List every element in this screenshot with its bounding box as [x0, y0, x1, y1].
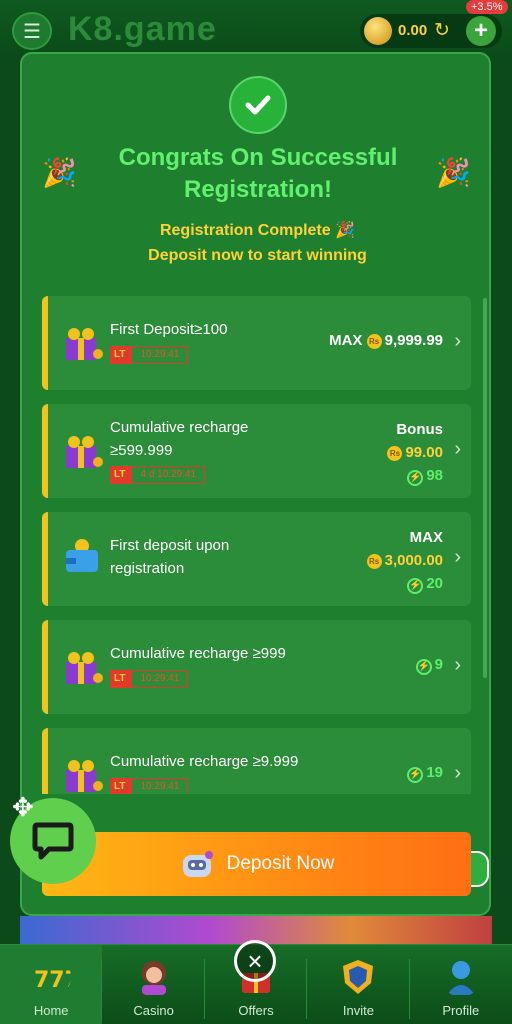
chevron-right-icon[interactable]: ›	[454, 762, 461, 785]
nav-label-casino: Casino	[133, 1003, 174, 1018]
chevron-right-icon[interactable]: ›	[454, 654, 461, 677]
party-popper-icon: 🎉	[42, 157, 77, 188]
lt-label: LT	[110, 346, 132, 364]
limited-time-tag: LT 10:29:41	[110, 670, 189, 688]
rupee-coin-icon: Rs	[366, 334, 382, 349]
offer-reward: MAX Rs 3,000.00 ⚡ 20	[366, 526, 443, 595]
bonus-percent-badge: +3.5%	[466, 0, 508, 14]
menu-icon[interactable]: ☰	[12, 12, 52, 50]
nav-item-home[interactable]: 777 Home	[0, 945, 103, 1024]
limited-time-tag: LT 10:29:41	[110, 778, 189, 794]
bolt-value: 19	[426, 764, 443, 781]
offer-title: Cumulative recharge ≥999	[110, 645, 286, 662]
invite-shield-icon	[343, 960, 374, 994]
refresh-icon[interactable]: ↻	[434, 19, 450, 42]
deposit-now-button[interactable]: Deposit Now	[42, 832, 471, 896]
nav-item-invite[interactable]: Invite	[307, 945, 410, 1024]
chevron-right-icon[interactable]: ›	[454, 330, 461, 353]
gift-box-icon	[66, 652, 103, 684]
nav-label-profile: Profile	[442, 1003, 480, 1018]
coin-icon	[364, 17, 392, 45]
offer-card-cumulative-599[interactable]: Cumulative recharge ≥599.999 LT 4 d 10:2…	[42, 404, 471, 498]
nav-label-offers: Offers	[238, 1003, 274, 1018]
offer-card-cumulative-9999[interactable]: Cumulative recharge ≥9.999 LT 10:29:41 ⚡…	[42, 728, 471, 794]
move-handle-icon[interactable]: ✥	[12, 792, 34, 823]
gift-box-icon	[66, 436, 103, 468]
chevron-right-icon[interactable]: ›	[454, 438, 461, 461]
reward-amount: 9,999.99	[384, 332, 443, 349]
balance-amount: 0.00	[398, 22, 428, 39]
wallet-balance[interactable]: 0.00 ↻ +	[360, 14, 502, 48]
gift-box-icon	[66, 760, 103, 792]
max-label: MAX	[409, 529, 443, 546]
bolt-icon: ⚡	[407, 578, 424, 594]
profile-icon	[446, 961, 475, 995]
checkmark-icon	[229, 76, 287, 134]
casino-girl-icon	[141, 961, 166, 995]
lt-label: LT	[110, 466, 132, 484]
offer-title: Cumulative recharge ≥599.999	[110, 419, 249, 459]
deposit-prompt-text: Deposit now to start winning	[148, 247, 367, 264]
nav-label-invite: Invite	[342, 1003, 374, 1018]
chat-bubble-icon	[32, 822, 74, 860]
nav-label-home: Home	[33, 1003, 69, 1018]
rupee-coin-icon: Rs	[387, 446, 403, 461]
offer-title: Cumulative recharge ≥9.999	[110, 753, 299, 770]
app-logo: K8.game	[68, 10, 217, 48]
countdown-timer: 10:29:41	[131, 670, 189, 688]
chevron-right-icon[interactable]: ›	[454, 546, 461, 569]
offer-reward: ⚡ 19	[407, 764, 443, 783]
rupee-coin-icon: Rs	[366, 554, 382, 569]
offer-reward: Bonus Rs 99.00 ⚡ 98	[387, 418, 443, 487]
offer-title: First deposit upon registration	[110, 537, 230, 577]
offer-card-first-deposit[interactable]: First Deposit≥100 LT 10:29:41 MAX Rs 9,99…	[42, 296, 471, 390]
bolt-icon: ⚡	[407, 470, 424, 486]
bolt-icon: ⚡	[415, 659, 432, 675]
bolt-value: 20	[426, 575, 443, 592]
robot-mascot-icon	[182, 851, 213, 877]
lt-label: LT	[110, 670, 132, 688]
offer-reward: MAX Rs 9,999.99	[329, 332, 443, 349]
limited-time-tag: LT 10:29:41	[110, 346, 189, 364]
deposit-now-label: Deposit Now	[226, 853, 335, 874]
offer-reward: ⚡ 9	[415, 656, 443, 675]
bolt-value: 9	[434, 656, 443, 673]
countdown-timer: 10:29:41	[131, 346, 189, 364]
countdown-timer: 4 d 10:29:41	[131, 466, 206, 484]
limited-time-tag: LT 4 d 10:29:41	[110, 466, 206, 484]
registration-success-modal: 🎉 🎉 Congrats On Successful Registration!…	[20, 52, 491, 916]
offer-card-cumulative-999[interactable]: Cumulative recharge ≥999 LT 10:29:41 ⚡ 9 …	[42, 620, 471, 714]
svg-text:777: 777	[34, 968, 71, 993]
top-bar: ☰ K8.game 0.00 ↻ + +3.5%	[0, 0, 512, 60]
bonus-label: Bonus	[396, 421, 443, 438]
offer-title: First Deposit≥100	[110, 321, 228, 338]
party-popper-icon: 🎉	[436, 157, 471, 188]
gift-box-icon	[66, 328, 103, 360]
bolt-value: 98	[426, 467, 443, 484]
modal-title: Congrats On Successful Registration!	[118, 144, 398, 203]
offer-list-scrollbar[interactable]	[483, 298, 487, 678]
max-label: MAX	[329, 332, 363, 349]
bolt-icon: ⚡	[407, 767, 424, 783]
close-modal-button[interactable]: ×	[234, 940, 276, 982]
lt-label: LT	[110, 778, 132, 794]
offer-card-first-deposit-registration[interactable]: First deposit upon registration MAX Rs 3,…	[42, 512, 471, 606]
reward-amount: 99.00	[405, 444, 443, 461]
registration-complete-text: Registration Complete 🎉	[159, 222, 356, 239]
slot-777-icon: 777	[34, 968, 71, 993]
add-funds-button[interactable]: +	[466, 16, 496, 46]
nav-item-casino[interactable]: Casino	[102, 945, 205, 1024]
wallet-icon	[66, 539, 98, 572]
countdown-timer: 10:29:41	[131, 778, 189, 794]
nav-item-profile[interactable]: Profile	[410, 945, 512, 1024]
offer-list[interactable]: First Deposit≥100 LT 10:29:41 MAX Rs 9,99…	[42, 296, 471, 794]
reward-amount: 3,000.00	[384, 552, 443, 569]
